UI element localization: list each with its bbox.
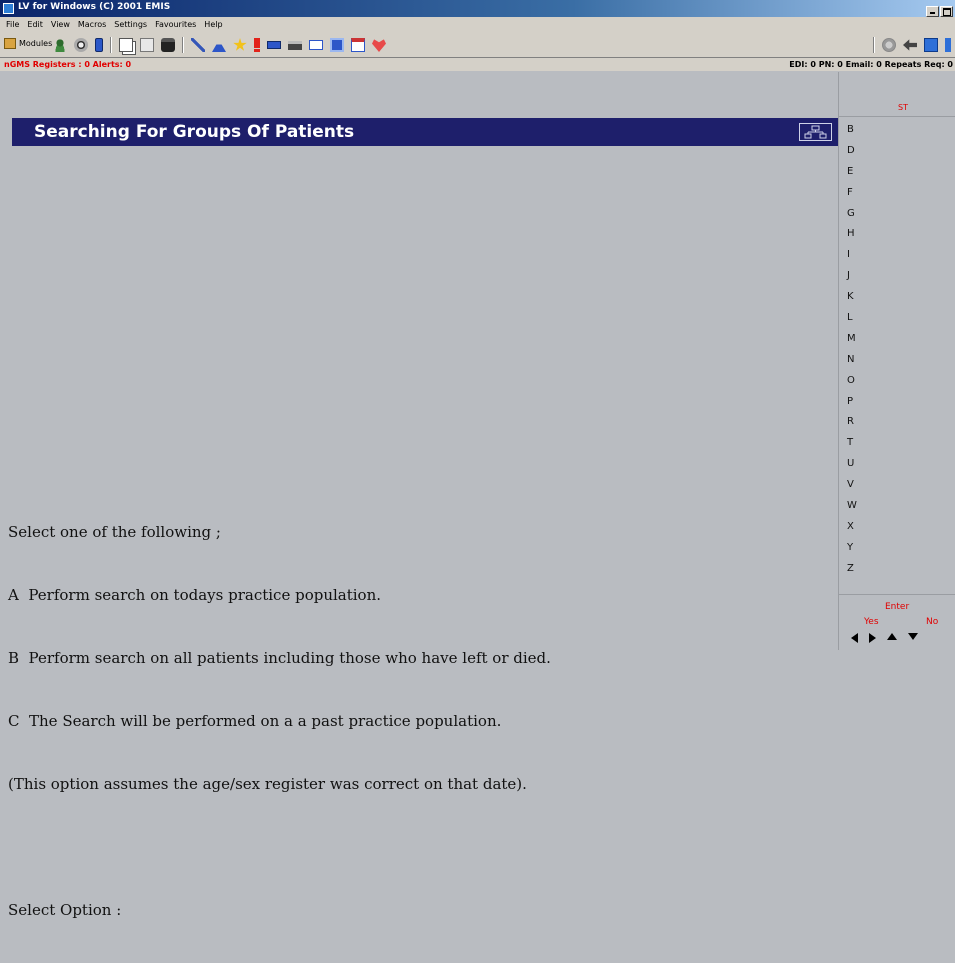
letter-g[interactable]: G: [847, 204, 857, 225]
enter-button[interactable]: Enter: [885, 602, 909, 612]
book-icon[interactable]: [924, 38, 938, 52]
letter-e[interactable]: E: [847, 162, 857, 183]
minimize-button[interactable]: [926, 6, 939, 17]
window-title: LV for Windows (C) 2001 EMIS: [18, 2, 171, 12]
letter-m[interactable]: M: [847, 329, 857, 350]
option-c-note: (This option assumes the age/sex registe…: [8, 775, 527, 793]
letter-f[interactable]: F: [847, 183, 857, 204]
option-a[interactable]: A Perform search on todays practice popu…: [8, 585, 551, 606]
window-title-bar[interactable]: LV for Windows (C) 2001 EMIS: [0, 0, 955, 17]
syringe-icon[interactable]: [191, 38, 205, 52]
up-arrow-icon[interactable]: [887, 633, 897, 640]
patient-icon[interactable]: [53, 38, 67, 52]
registers-alerts-status[interactable]: nGMS Registers : 0 Alerts: 0: [4, 60, 131, 69]
letter-o[interactable]: O: [847, 371, 857, 392]
down-arrow-icon[interactable]: [908, 633, 918, 640]
letter-k[interactable]: K: [847, 287, 857, 308]
stop-icon[interactable]: [882, 38, 896, 52]
menu-bar: File Edit View Macros Settings Favourites Help: [0, 17, 955, 32]
toolbar-separator: [110, 37, 112, 53]
page-title-banner: Searching For Groups Of Patients: [12, 118, 838, 146]
globe-icon[interactable]: [74, 38, 88, 52]
letter-u[interactable]: U: [847, 454, 857, 475]
letter-d[interactable]: D: [847, 141, 857, 162]
modules-icon: [4, 38, 16, 49]
letter-w[interactable]: W: [847, 496, 857, 517]
letter-z[interactable]: Z: [847, 559, 857, 580]
toolbar-icons: [53, 37, 393, 53]
letter-n[interactable]: N: [847, 350, 857, 371]
calendar-icon[interactable]: [351, 38, 365, 52]
help-icon[interactable]: [945, 38, 951, 52]
star-icon[interactable]: [233, 38, 247, 51]
card-icon[interactable]: [267, 41, 281, 49]
app-icon: [3, 3, 14, 14]
menu-macros[interactable]: Macros: [74, 17, 110, 29]
menu-file[interactable]: File: [0, 17, 23, 29]
main-content: Searching For Groups Of Patients Select …: [0, 72, 838, 919]
battery-icon[interactable]: [95, 38, 103, 52]
modules-label: Modules: [19, 39, 53, 48]
modules-button[interactable]: Modules: [4, 38, 52, 49]
flask-icon[interactable]: [212, 38, 226, 52]
save-icon[interactable]: [161, 38, 175, 52]
letter-p[interactable]: P: [847, 392, 857, 413]
hierarchy-icon[interactable]: [799, 123, 832, 141]
panel-header: ST: [839, 102, 955, 117]
letter-t[interactable]: T: [847, 433, 857, 454]
letter-h[interactable]: H: [847, 224, 857, 245]
heart-icon[interactable]: [372, 39, 386, 52]
maximize-button[interactable]: [940, 6, 953, 17]
option-c[interactable]: C The Search will be performed on a a pa…: [8, 711, 551, 732]
letter-y[interactable]: Y: [847, 538, 857, 559]
letter-index: B D E F G H I J K L M N O P R T U V W X …: [847, 120, 857, 580]
letter-x[interactable]: X: [847, 517, 857, 538]
printer-icon[interactable]: [288, 40, 302, 50]
menu-view[interactable]: View: [47, 17, 74, 29]
select-option-input[interactable]: Select Option :: [8, 900, 551, 921]
option-b[interactable]: B Perform search on all patients includi…: [8, 648, 551, 669]
toolbar: Modules: [0, 32, 955, 58]
menu-help[interactable]: Help: [200, 17, 226, 29]
option-menu: Select one of the following ; A Perform …: [8, 480, 551, 963]
letter-v[interactable]: V: [847, 475, 857, 496]
back-icon[interactable]: [903, 39, 917, 51]
letter-r[interactable]: R: [847, 412, 857, 433]
letter-i[interactable]: I: [847, 245, 857, 266]
menu-settings[interactable]: Settings: [110, 17, 151, 29]
letter-b[interactable]: B: [847, 120, 857, 141]
counters-status: EDI: 0 PN: 0 Email: 0 Repeats Req: 0: [789, 60, 953, 69]
no-button[interactable]: No: [926, 617, 938, 627]
page-title: Searching For Groups Of Patients: [34, 122, 355, 142]
status-bar: nGMS Registers : 0 Alerts: 0 EDI: 0 PN: …: [0, 58, 955, 71]
letter-j[interactable]: J: [847, 266, 857, 287]
letter-icon[interactable]: [330, 38, 344, 52]
toolbar-separator: [182, 37, 184, 53]
message-icon[interactable]: [309, 40, 323, 50]
alert-icon[interactable]: [254, 38, 260, 52]
paste-icon[interactable]: [140, 38, 154, 52]
yes-button[interactable]: Yes: [864, 617, 879, 627]
panel-header-label: ST: [898, 103, 908, 112]
copy-icon[interactable]: [119, 38, 133, 52]
select-prompt-text: Select one of the following ;: [8, 523, 221, 541]
menu-edit[interactable]: Edit: [23, 17, 47, 29]
letter-l[interactable]: L: [847, 308, 857, 329]
toolbar-separator: [873, 37, 875, 53]
enter-controls: Enter Yes No: [839, 594, 955, 651]
arrow-keys: [851, 633, 918, 643]
right-arrow-icon[interactable]: [869, 633, 876, 643]
alphabet-panel: ST B D E F G H I J K L M N O P R T U V W…: [838, 72, 955, 650]
menu-favourites[interactable]: Favourites: [151, 17, 200, 29]
left-arrow-icon[interactable]: [851, 633, 858, 643]
toolbar-right: [873, 37, 951, 53]
